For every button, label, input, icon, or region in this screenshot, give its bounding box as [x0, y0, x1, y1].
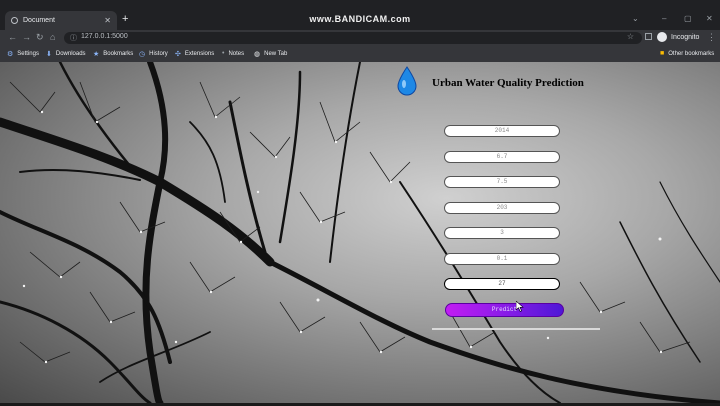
water-drop-logo-icon: [397, 66, 417, 96]
input-field-7[interactable]: 27: [444, 278, 560, 290]
bookmark-bookmarks[interactable]: ★ Bookmarks: [93, 50, 133, 58]
mouse-cursor-icon: [516, 301, 524, 312]
bookmark-downloads[interactable]: ⬇ Downloads: [46, 50, 86, 58]
star-icon: ★: [93, 51, 100, 58]
incognito-icon: [657, 32, 667, 42]
predict-button[interactable]: Predict: [445, 303, 564, 317]
gear-icon: ⚙: [7, 51, 14, 58]
folder-icon: ■: [660, 50, 665, 57]
note-icon: •: [222, 50, 225, 57]
bookmark-label: Notes: [228, 50, 245, 57]
profile-button[interactable]: Incognito: [657, 32, 699, 42]
navigation-toolbar: ← → ↻ ⌂ ⓘ 127.0.0.1:5000 ☆ Incognito ⋮: [0, 30, 720, 46]
close-window-button[interactable]: ✕: [706, 14, 713, 23]
bookmark-label: Downloads: [55, 51, 86, 57]
profile-label: Incognito: [671, 33, 700, 41]
home-icon[interactable]: ⌂: [50, 32, 55, 42]
back-icon[interactable]: ←: [8, 32, 17, 42]
bookmark-label: Extensions: [184, 51, 215, 57]
input-field-4[interactable]: 203: [444, 202, 560, 214]
side-panel-icon[interactable]: [645, 33, 652, 40]
minimize-button[interactable]: –: [662, 14, 666, 23]
input-field-1[interactable]: 2014: [444, 125, 560, 137]
background-tree-image: [0, 62, 720, 403]
page-viewport: Urban Water Quality Prediction 2014 6.7 …: [0, 62, 720, 403]
bookmark-history[interactable]: ◷ History: [139, 50, 168, 58]
bookmark-label: New Tab: [264, 51, 288, 57]
bookmark-settings[interactable]: ⚙ Settings: [7, 50, 39, 58]
input-field-2[interactable]: 6.7: [444, 151, 560, 163]
tab-search-icon[interactable]: ⌄: [632, 14, 639, 23]
history-icon: ◷: [139, 51, 146, 58]
input-field-3[interactable]: 7.5: [444, 176, 560, 188]
info-icon[interactable]: ⓘ: [70, 33, 77, 43]
bookmark-new-tab[interactable]: ◍ New Tab: [254, 50, 287, 58]
bookmark-label: History: [149, 51, 168, 57]
maximize-button[interactable]: ▢: [684, 14, 692, 23]
url-text[interactable]: 127.0.0.1:5000: [81, 33, 128, 40]
other-bookmarks[interactable]: ■ Other bookmarks: [660, 50, 714, 57]
puzzle-icon: ✣: [175, 51, 181, 58]
address-bar[interactable]: ⓘ 127.0.0.1:5000 ☆: [64, 32, 642, 44]
recording-watermark: www.BANDICAM.com: [309, 14, 411, 24]
bookmark-star-icon[interactable]: ☆: [627, 32, 634, 41]
download-icon: ⬇: [46, 51, 52, 58]
result-divider: [432, 328, 600, 330]
reload-icon[interactable]: ↻: [36, 32, 44, 43]
bookmark-extensions[interactable]: ✣ Extensions: [175, 50, 214, 58]
bookmarks-bar: ⚙ Settings ⬇ Downloads ★ Bookmarks ◷ History…: [0, 46, 720, 63]
bookmark-label: Bookmarks: [103, 51, 134, 57]
menu-icon[interactable]: ⋮: [707, 32, 716, 43]
tab-strip: Document ✕ + www.BANDICAM.com ⌄ – ▢ ✕: [0, 0, 720, 30]
bookmark-label: Settings: [17, 51, 39, 57]
forward-icon[interactable]: →: [22, 32, 31, 42]
page-title: Urban Water Quality Prediction: [432, 77, 584, 89]
globe-icon: ◍: [254, 51, 261, 58]
bookmark-label: Other bookmarks: [668, 50, 715, 57]
bookmark-notes[interactable]: • Notes: [222, 50, 244, 57]
input-field-5[interactable]: 3: [444, 227, 560, 239]
input-field-6[interactable]: 0.1: [444, 253, 560, 265]
